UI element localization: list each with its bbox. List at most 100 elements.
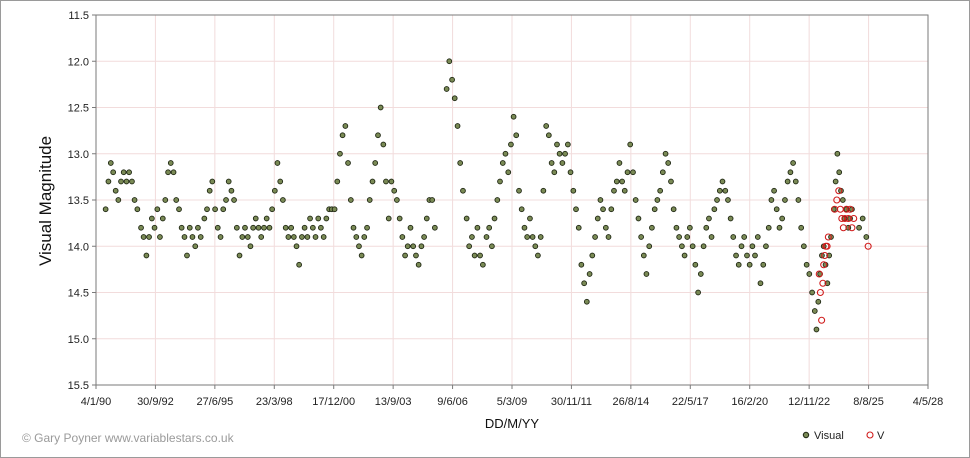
visual-point <box>356 243 362 250</box>
visual-point <box>353 234 360 240</box>
v-point <box>818 316 826 324</box>
visual-point <box>483 234 490 240</box>
visual-point <box>516 187 522 194</box>
visual-point <box>703 224 710 231</box>
visual-point <box>402 252 408 259</box>
visual-point <box>342 123 349 129</box>
x-tick-label: 26/8/14 <box>613 396 650 408</box>
visual-point <box>679 243 685 250</box>
visual-point <box>706 215 712 222</box>
visual-point <box>548 160 555 166</box>
visual-point <box>510 113 517 120</box>
visual-point <box>592 234 598 240</box>
visual-point <box>415 261 422 268</box>
visual-point <box>697 271 704 277</box>
visual-point <box>711 206 718 213</box>
visual-point <box>345 160 351 166</box>
x-tick-label: 13/9/03 <box>375 396 412 408</box>
visual-point <box>312 234 319 240</box>
visual-point <box>134 206 141 213</box>
visual-point <box>186 224 193 231</box>
visual-point <box>779 215 786 222</box>
visual-point <box>543 123 550 129</box>
x-tick-label: 4/5/28 <box>913 396 944 408</box>
visual-point <box>347 197 354 203</box>
visual-point <box>692 261 699 268</box>
visual-point <box>471 252 478 259</box>
visual-point <box>318 224 324 231</box>
visual-point <box>624 169 631 176</box>
visual-point <box>798 224 805 231</box>
visual-point <box>451 95 458 102</box>
visual-point <box>195 224 201 231</box>
visual-point <box>730 234 737 240</box>
visual-point <box>361 234 368 240</box>
legend-visual-marker <box>802 431 810 439</box>
visual-point <box>154 206 161 213</box>
chart-svg: 11.5 12.0 12.5 13.0 13.5 14.0 14.5 15.0 15.5 4/1… <box>22 10 944 445</box>
visual-point <box>763 243 769 250</box>
x-tick-label: 12/11/22 <box>788 396 830 408</box>
visual-point <box>339 132 346 139</box>
visual-point <box>505 169 512 176</box>
visual-point <box>784 178 791 185</box>
visual-point <box>463 215 470 222</box>
visual-point <box>310 224 316 231</box>
visual-point <box>616 160 623 166</box>
visual-point <box>518 206 525 213</box>
visual-point <box>776 224 783 231</box>
visual-point <box>315 215 322 222</box>
visual-point <box>494 197 501 203</box>
visual-point <box>689 243 696 250</box>
visual-point <box>380 141 387 148</box>
visual-point <box>570 187 577 194</box>
visual-point <box>285 234 292 240</box>
visual-point <box>565 141 571 148</box>
visual-point <box>640 252 647 259</box>
legend-v-marker <box>866 431 874 439</box>
visual-point <box>173 197 180 203</box>
visual-point <box>619 178 625 185</box>
visual-point <box>856 224 862 231</box>
visual-point <box>320 234 327 240</box>
visual-point <box>263 215 270 222</box>
visual-point <box>662 150 669 157</box>
visual-point <box>594 215 601 222</box>
v-point <box>836 205 844 213</box>
visual-point <box>138 224 144 231</box>
visual-point <box>795 197 802 203</box>
visual-point <box>527 215 533 222</box>
visual-point <box>242 224 248 231</box>
visual-point <box>366 197 373 203</box>
visual-point <box>184 252 190 259</box>
visual-point <box>551 169 558 176</box>
visual-point <box>613 178 620 185</box>
visual-point <box>491 215 498 222</box>
visual-point <box>813 326 820 333</box>
visual-point <box>157 234 163 240</box>
visual-point <box>413 252 419 259</box>
visual-point <box>323 215 330 222</box>
legend: Visual V <box>802 430 885 442</box>
visual-point <box>296 261 302 268</box>
x-tick-label: 30/11/11 <box>551 396 592 408</box>
visual-point <box>131 197 138 203</box>
visual-point <box>782 197 788 203</box>
visual-point <box>834 150 841 157</box>
visual-point <box>521 224 528 231</box>
visual-point <box>334 178 341 185</box>
visual-point <box>206 187 213 194</box>
visual-point <box>635 215 642 222</box>
visual-point <box>567 169 574 176</box>
y-tick-label: 11.5 <box>68 10 89 22</box>
credit-text: © Gary Poyner www.variablestars.co.uk <box>22 431 235 445</box>
visual-point <box>209 178 216 185</box>
visual-point <box>727 215 734 222</box>
visual-point <box>746 261 753 268</box>
visual-point <box>107 160 114 166</box>
visual-point <box>391 187 398 194</box>
visual-point <box>223 197 229 203</box>
legend-v-label: V <box>877 430 885 442</box>
visual-point <box>700 243 707 250</box>
visual-point <box>676 234 682 240</box>
